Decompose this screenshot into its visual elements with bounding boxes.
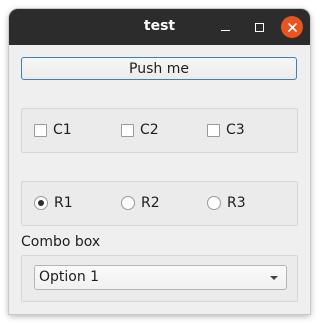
combo-box[interactable]: Option 1: [34, 265, 287, 290]
radio-button[interactable]: [207, 196, 221, 210]
checkbox-c2[interactable]: C2: [121, 122, 159, 138]
combo-selected-value: Option 1: [39, 269, 100, 285]
app-window: test Push me C1 C2 C3 R1 R2 R3 Combo box…: [9, 9, 310, 314]
chevron-down-icon: [270, 276, 278, 280]
checkbox-box[interactable]: [121, 123, 134, 137]
radio-group: R1 R2 R3: [21, 181, 298, 226]
minimize-button[interactable]: [214, 16, 236, 38]
radio-label: R1: [54, 195, 73, 211]
checkbox-c3[interactable]: C3: [207, 122, 245, 138]
minimize-icon: [220, 29, 230, 32]
radio-label: R3: [227, 195, 246, 211]
radio-button[interactable]: [34, 196, 48, 210]
checkbox-box[interactable]: [34, 123, 47, 137]
checkbox-box[interactable]: [207, 123, 220, 137]
checkbox-label: C2: [140, 122, 159, 138]
maximize-button[interactable]: [248, 16, 270, 38]
radio-selected-dot: [38, 200, 44, 206]
radio-button[interactable]: [121, 196, 135, 210]
radio-r2[interactable]: R2: [121, 195, 160, 211]
radio-r3[interactable]: R3: [207, 195, 246, 211]
radio-label: R2: [141, 195, 160, 211]
checkbox-group: C1 C2 C3: [21, 108, 298, 153]
close-button[interactable]: [281, 16, 303, 38]
combo-group: Option 1: [21, 255, 298, 302]
push-me-button[interactable]: Push me: [21, 57, 297, 80]
combo-box-label: Combo box: [21, 234, 101, 250]
checkbox-label: C1: [53, 122, 72, 138]
checkbox-c1[interactable]: C1: [34, 122, 72, 138]
title-bar[interactable]: test: [9, 9, 310, 45]
checkbox-label: C3: [226, 122, 245, 138]
radio-r1[interactable]: R1: [34, 195, 73, 211]
maximize-icon: [254, 22, 264, 32]
close-icon: [287, 22, 297, 32]
